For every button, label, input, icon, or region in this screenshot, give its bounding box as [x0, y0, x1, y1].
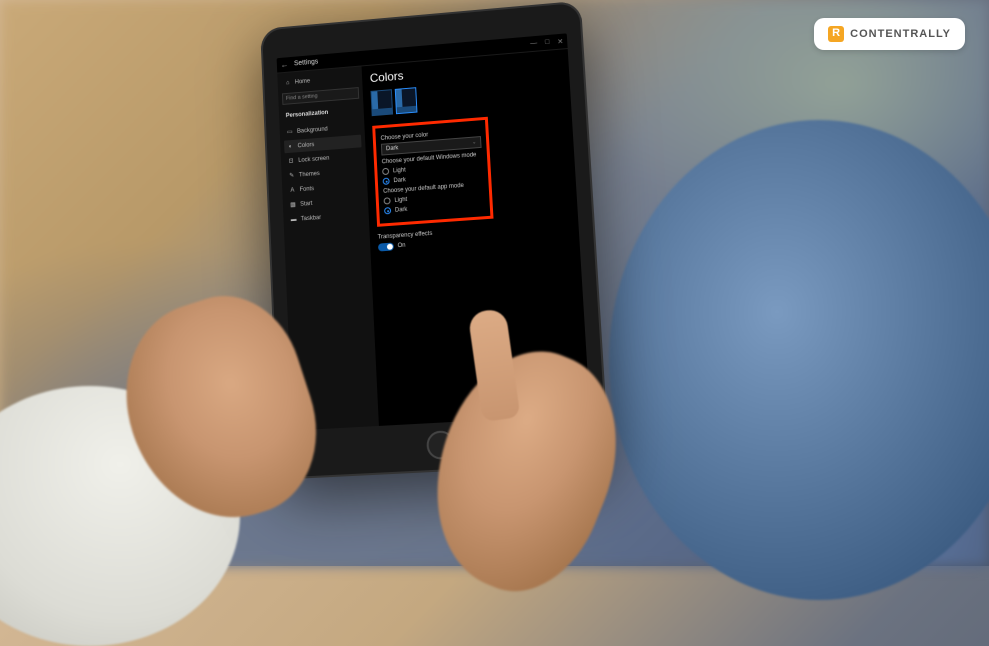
watermark-text: CONTENTRALLY: [850, 28, 951, 40]
radio-label: Dark: [393, 177, 406, 184]
radio-icon: [384, 197, 391, 204]
sidebar-item-label: Taskbar: [301, 215, 322, 222]
sidebar-item-label: Start: [300, 200, 312, 207]
fonts-icon: A: [289, 187, 296, 194]
taskbar-icon: ▬: [290, 216, 297, 223]
home-icon: ⌂: [284, 79, 291, 86]
color-preview-swatch-selected[interactable]: [395, 87, 418, 114]
chevron-down-icon: ⌄: [472, 139, 476, 145]
dropdown-value: Dark: [386, 145, 399, 152]
radio-label: Light: [394, 196, 407, 203]
lock-screen-icon: ⊡: [288, 157, 295, 164]
window-title: Settings: [294, 59, 318, 68]
sidebar-item-label: Background: [297, 126, 328, 134]
toggle-state-label: On: [398, 243, 406, 249]
maximize-button[interactable]: □: [545, 38, 550, 46]
transparency-toggle[interactable]: [378, 243, 394, 252]
window-controls: — □ ✕: [530, 37, 563, 48]
radio-icon-selected: [383, 178, 390, 185]
sidebar-item-label: Fonts: [299, 186, 314, 193]
radio-label: Light: [393, 167, 406, 174]
sidebar-item-label: Home: [295, 78, 311, 85]
sidebar-item-label: Lock screen: [298, 155, 329, 163]
sidebar-item-label: Themes: [299, 171, 320, 178]
highlighted-section: Choose your color Dark ⌄ Choose your def…: [372, 117, 493, 227]
start-icon: ▦: [289, 201, 296, 208]
color-preview-swatch[interactable]: [371, 89, 394, 116]
background-icon: ▭: [286, 128, 293, 135]
contentrally-logo-icon: [828, 26, 844, 42]
sidebar-item-home[interactable]: ⌂ Home: [281, 71, 358, 90]
themes-icon: ✎: [288, 172, 295, 179]
sidebar-item-label: Colors: [298, 142, 315, 149]
minimize-button[interactable]: —: [530, 39, 537, 47]
radio-icon-selected: [384, 207, 391, 214]
watermark-badge: CONTENTRALLY: [814, 18, 965, 50]
close-button[interactable]: ✕: [557, 37, 563, 45]
search-input[interactable]: Find a setting: [282, 87, 359, 105]
radio-label: Dark: [395, 206, 408, 213]
back-button[interactable]: ←: [281, 60, 289, 69]
radio-icon: [382, 168, 389, 175]
colors-icon: ◐: [287, 143, 294, 150]
